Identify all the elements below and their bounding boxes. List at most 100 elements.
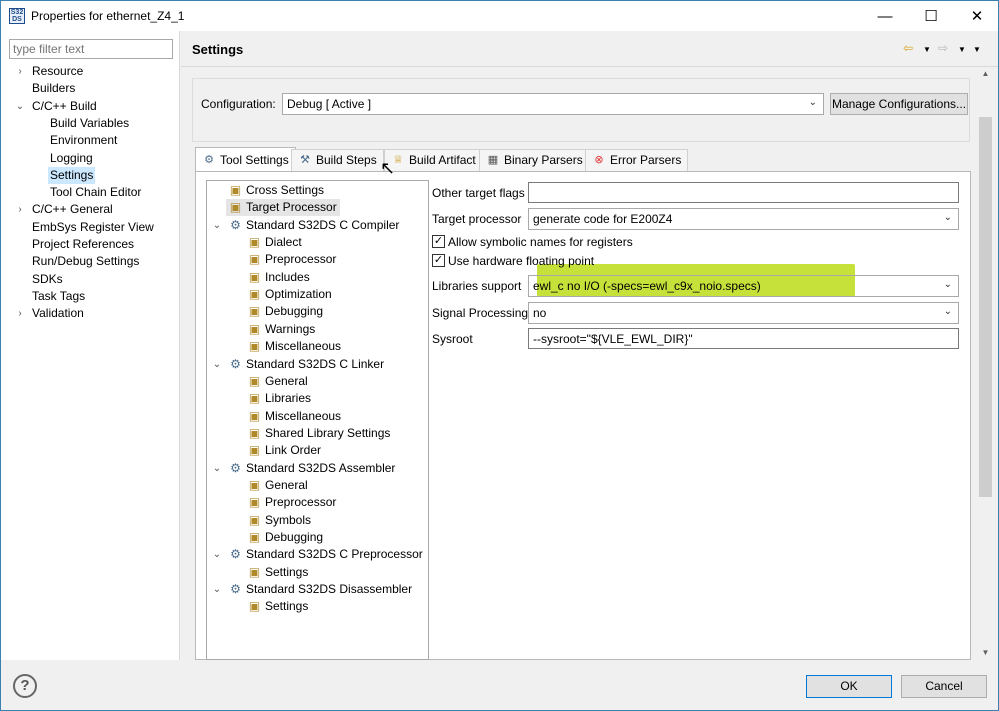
tree-item-standard-s32ds-assembler[interactable]: ⚙ Standard S32DS Assembler (226, 460, 398, 477)
tree-item-miscellaneous[interactable]: ▣ Miscellaneous (245, 338, 344, 355)
nav-item-logging[interactable]: Logging (48, 150, 95, 167)
help-icon[interactable]: ? (13, 674, 37, 698)
hardware-float-label: Use hardware floating point (448, 254, 595, 268)
symbolic-names-checkbox[interactable]: ✓ (432, 235, 445, 248)
tree-item-debugging[interactable]: ▣ Debugging (245, 303, 326, 320)
folder-icon: ▣ (229, 183, 242, 197)
manage-configurations-button[interactable]: Manage Configurations... (830, 93, 968, 115)
signal-processing-value: no (533, 306, 547, 320)
tree-item-link-order[interactable]: ▣ Link Order (245, 442, 324, 459)
scroll-up-icon[interactable]: ▲ (977, 67, 994, 81)
close-icon[interactable]: ✕ (954, 1, 999, 31)
scroll-down-icon[interactable]: ▼ (977, 646, 994, 660)
nav-item-builders[interactable]: Builders (30, 80, 77, 97)
tab-binary-parsers[interactable]: ▦ Binary Parsers (479, 149, 590, 171)
tree-twisty-icon[interactable]: ⌄ (212, 217, 222, 234)
tab-error-parsers[interactable]: ⊗ Error Parsers (585, 149, 689, 171)
tree-item-warnings[interactable]: ▣ Warnings (245, 321, 318, 338)
mouse-cursor-icon: ↖ (380, 158, 396, 178)
vertical-scrollbar[interactable]: ▲ ▼ (977, 67, 994, 660)
sysroot-input[interactable]: --sysroot="${VLE_EWL_DIR}" (528, 328, 959, 349)
folder-icon: ▣ (248, 495, 261, 510)
forward-dropdown-icon[interactable]: ▼ (958, 45, 966, 61)
nav-item-settings[interactable]: Settings (48, 166, 96, 184)
chevron-down-icon: ⌄ (943, 212, 952, 223)
tree-item-symbols[interactable]: ▣ Symbols (245, 512, 314, 529)
chevron-down-icon: ⌄ (943, 306, 952, 317)
nav-item-build-variables[interactable]: Build Variables (48, 115, 131, 132)
hardware-float-checkbox[interactable]: ✓ (432, 254, 445, 267)
tree-twisty-icon[interactable]: ⌄ (212, 356, 222, 373)
tool-settings-panel: ▣ Cross Settings ▣ Target Processor ⌄ ⚙ Standa… (195, 171, 971, 660)
nav-item-project-references[interactable]: Project References (30, 236, 136, 253)
tree-item-includes[interactable]: ▣ Includes (245, 269, 313, 286)
cancel-button[interactable]: Cancel (901, 675, 987, 698)
tree-item-shared-library-settings[interactable]: ▣ Shared Library Settings (245, 425, 393, 442)
tab-tool-settings[interactable]: ⚙ Tool Settings (195, 147, 296, 171)
tree-item-label: Shared Library Settings (265, 425, 391, 440)
tree-item-optimization[interactable]: ▣ Optimization (245, 286, 335, 303)
tree-twisty-icon[interactable]: ⌄ (212, 460, 222, 477)
tree-item-standard-s32ds-c-compiler[interactable]: ⚙ Standard S32DS C Compiler (226, 217, 402, 234)
tree-twisty-icon[interactable]: › (15, 305, 25, 322)
filter-input[interactable] (9, 39, 173, 59)
back-arrow-icon[interactable]: ⇦ (903, 41, 913, 57)
nav-item-tool-chain-editor[interactable]: Tool Chain Editor (48, 184, 143, 201)
tree-twisty-icon[interactable]: ⌄ (15, 98, 25, 115)
nav-item-c-c-build[interactable]: C/C++ Build (30, 98, 99, 115)
page-title: Settings (192, 42, 244, 57)
nav-item-sdks[interactable]: SDKs (30, 271, 65, 288)
properties-dialog: S32 DS Properties for ethernet_Z4_1 — ☐ ✕… (0, 0, 999, 711)
tree-twisty-icon[interactable]: › (15, 63, 25, 80)
forward-arrow-icon[interactable]: ⇨ (938, 41, 948, 57)
folder-icon: ▣ (248, 564, 261, 579)
tree-item-cross-settings[interactable]: ▣ Cross Settings (226, 182, 327, 199)
tree-item-dialect[interactable]: ▣ Dialect (245, 234, 305, 251)
tree-item-settings[interactable]: ▣ Settings (245, 564, 311, 581)
other-target-flags-input[interactable] (528, 182, 959, 203)
nav-item-resource[interactable]: Resource (30, 63, 85, 80)
maximize-icon[interactable]: ☐ (908, 1, 954, 31)
nav-item-run-debug-settings[interactable]: Run/Debug Settings (30, 253, 141, 270)
tree-item-general[interactable]: ▣ General (245, 477, 311, 494)
tree-item-preprocessor[interactable]: ▣ Preprocessor (245, 251, 339, 268)
signal-processing-select[interactable]: no ⌄ (528, 302, 959, 324)
tab-build-steps[interactable]: ⚒ Build Steps (291, 149, 384, 171)
tree-item-preprocessor[interactable]: ▣ Preprocessor (245, 494, 339, 511)
chevron-down-icon: ⌄ (808, 97, 817, 108)
tree-twisty-icon[interactable]: ⌄ (212, 581, 222, 598)
tree-item-label: Libraries (265, 391, 312, 406)
nav-item-validation[interactable]: Validation (30, 305, 86, 322)
tree-item-libraries[interactable]: ▣ Libraries (245, 390, 314, 407)
tree-item-standard-s32ds-disassembler[interactable]: ⚙ Standard S32DS Disassembler (226, 581, 415, 598)
tree-item-label: Standard S32DS C Compiler (246, 217, 400, 232)
scrollbar-thumb[interactable] (979, 117, 992, 497)
nav-item-embsys-register-view[interactable]: EmbSys Register View (30, 219, 156, 236)
tree-twisty-icon[interactable]: › (15, 201, 25, 218)
tree-item-standard-s32ds-c-linker[interactable]: ⚙ Standard S32DS C Linker (226, 356, 387, 373)
tree-item-target-processor[interactable]: ▣ Target Processor (226, 199, 340, 217)
nav-item-task-tags[interactable]: Task Tags (30, 288, 87, 305)
libraries-support-label: Libraries support (432, 279, 522, 293)
minimize-icon[interactable]: — (862, 1, 908, 31)
tree-item-label: Preprocessor (265, 495, 337, 510)
tab-build-artifact[interactable]: ♕ Build Artifact (384, 149, 483, 171)
target-processor-select[interactable]: generate code for E200Z4 ⌄ (528, 208, 959, 230)
tree-item-settings[interactable]: ▣ Settings (245, 598, 311, 615)
back-dropdown-icon[interactable]: ▼ (923, 45, 931, 61)
window-title: Properties for ethernet_Z4_1 (31, 9, 185, 23)
tree-item-label: Debugging (265, 304, 324, 319)
tool-icon: ⚙ (230, 460, 241, 475)
tree-item-miscellaneous[interactable]: ▣ Miscellaneous (245, 408, 344, 425)
tree-item-debugging[interactable]: ▣ Debugging (245, 529, 326, 546)
nav-item-c-c-general[interactable]: C/C++ General (30, 201, 115, 218)
configuration-select[interactable]: Debug [ Active ] ⌄ (282, 93, 824, 115)
tree-item-standard-s32ds-c-preprocessor[interactable]: ⚙ Standard S32DS C Preprocessor (226, 546, 426, 563)
ok-button[interactable]: OK (806, 675, 892, 698)
libraries-support-select[interactable]: ewl_c no I/O (-specs=ewl_c9x_noio.specs)… (528, 275, 959, 297)
nav-item-environment[interactable]: Environment (48, 132, 119, 149)
tree-item-label: Miscellaneous (265, 408, 342, 423)
tree-twisty-icon[interactable]: ⌄ (212, 546, 222, 563)
tree-item-general[interactable]: ▣ General (245, 373, 311, 390)
view-menu-icon[interactable]: ▼ (973, 45, 981, 61)
